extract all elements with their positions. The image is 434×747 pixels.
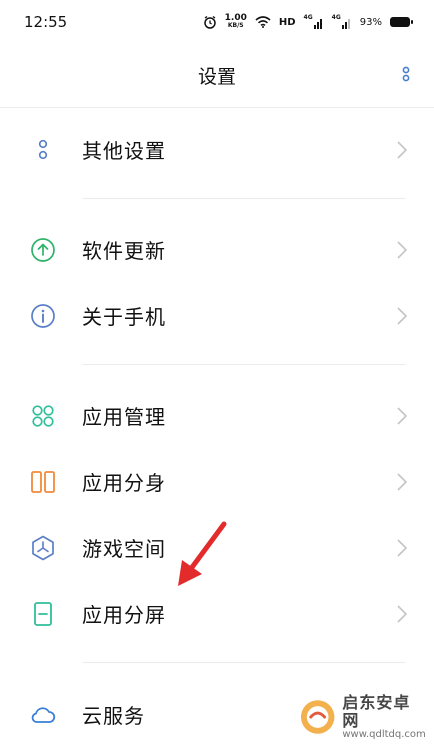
alarm-icon bbox=[203, 15, 216, 29]
watermark-logo-icon bbox=[300, 700, 335, 734]
grid-four-icon bbox=[32, 405, 54, 427]
annotation-arrow-icon bbox=[178, 521, 227, 586]
chevron-right-icon bbox=[397, 307, 408, 325]
more-dots-icon bbox=[38, 139, 48, 160]
chevron-right-icon bbox=[397, 539, 408, 557]
watermark-text: 启东安卓网 www.qdltdq.com bbox=[342, 692, 426, 741]
watermark: 启东安卓网 www.qdltdq.com bbox=[298, 692, 426, 741]
status-bar: 12:55 1.00 KB/S HD 4G 4G 93% bbox=[0, 0, 434, 44]
settings-item-app-management[interactable]: 应用管理 bbox=[0, 382, 434, 448]
settings-item-label: 其他设置 bbox=[82, 138, 166, 163]
header: 设置 bbox=[0, 44, 434, 108]
upload-arrow-icon bbox=[31, 238, 55, 262]
split-screen-icon bbox=[34, 602, 52, 626]
network-speed: 1.00 KB/S bbox=[225, 14, 247, 30]
chevron-right-icon bbox=[397, 473, 408, 491]
chevron-right-icon bbox=[397, 605, 408, 623]
cloud-icon bbox=[31, 707, 56, 723]
status-icons: 1.00 KB/S HD 4G 4G 93% bbox=[203, 14, 413, 30]
watermark-url: www.qdltdq.com bbox=[342, 729, 426, 741]
split-squares-icon bbox=[31, 471, 55, 493]
wifi-icon bbox=[255, 16, 271, 28]
signal-1: 4G bbox=[304, 15, 324, 29]
battery-icon bbox=[390, 17, 413, 27]
hexagon-icon bbox=[32, 535, 54, 561]
network-type-2: 4G bbox=[331, 14, 341, 21]
settings-item-label: 应用管理 bbox=[82, 404, 166, 429]
settings-item-software-update[interactable]: 软件更新 bbox=[0, 216, 434, 282]
network-type-1: 4G bbox=[303, 14, 313, 21]
settings-item-about-phone[interactable]: 关于手机 bbox=[0, 282, 434, 348]
signal-bars-icon bbox=[341, 19, 350, 29]
more-vertical-icon[interactable] bbox=[400, 66, 412, 86]
speed-unit: KB/S bbox=[227, 22, 244, 29]
settings-item-label: 软件更新 bbox=[82, 238, 166, 263]
status-time: 12:55 bbox=[24, 13, 68, 31]
watermark-title: 启东安卓网 bbox=[342, 692, 411, 730]
settings-item-label: 游戏空间 bbox=[82, 536, 166, 561]
settings-item-other[interactable]: 其他设置 bbox=[0, 116, 434, 182]
chevron-right-icon bbox=[397, 141, 408, 159]
settings-item-label: 关于手机 bbox=[82, 304, 166, 329]
signal-2: 4G bbox=[332, 15, 352, 29]
info-icon bbox=[31, 304, 55, 328]
battery-percent: 93% bbox=[359, 16, 382, 28]
settings-item-label: 云服务 bbox=[82, 703, 145, 728]
hd-badge: HD bbox=[278, 16, 296, 28]
section-divider bbox=[82, 364, 406, 365]
section-divider bbox=[82, 662, 406, 663]
settings-item-label: 应用分屏 bbox=[82, 602, 166, 627]
settings-item-app-clone[interactable]: 应用分身 bbox=[0, 448, 434, 514]
section-divider bbox=[82, 198, 406, 199]
chevron-right-icon bbox=[397, 407, 408, 425]
settings-item-label: 应用分身 bbox=[82, 470, 166, 495]
signal-bars-icon bbox=[313, 19, 322, 29]
speed-value: 1.00 bbox=[224, 13, 247, 23]
chevron-right-icon bbox=[397, 241, 408, 259]
page-title: 设置 bbox=[197, 66, 236, 88]
